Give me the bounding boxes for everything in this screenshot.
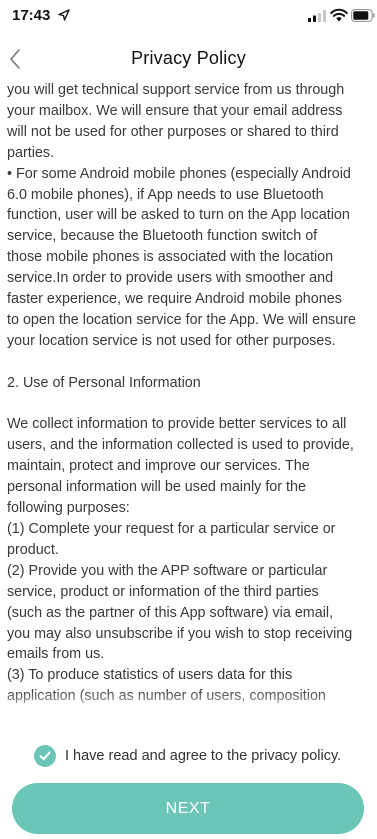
wifi-icon — [330, 8, 348, 22]
policy-line: your mailbox. We will ensure that your e… — [7, 102, 343, 119]
policy-line: personal information will be used mainly… — [7, 479, 306, 496]
policy-line: 2. Use of Personal Information — [7, 374, 201, 391]
cellular-signal-icon — [308, 10, 326, 22]
agree-label: I have read and agree to the privacy pol… — [65, 748, 342, 764]
policy-line: parties. — [7, 144, 55, 161]
agree-checkbox-row[interactable]: I have read and agree to the privacy pol… — [34, 744, 341, 768]
policy-line: your location service is not used for ot… — [7, 332, 336, 349]
nav-bar: Privacy Policy — [0, 42, 377, 78]
location-arrow-icon — [58, 9, 70, 21]
policy-line: those mobile phones is associated with t… — [7, 249, 334, 266]
policy-line: function, user will be asked to turn on … — [7, 207, 350, 224]
policy-line: We collect information to provide better… — [7, 416, 347, 433]
policy-line: will not be used for other purposes or s… — [7, 123, 339, 140]
policy-line: • For some Android mobile phones (especi… — [7, 165, 351, 182]
policy-line: to open the location service for the App… — [7, 311, 356, 328]
policy-line: emails from us. — [7, 646, 105, 663]
policy-line: (such as the partner of this App softwar… — [7, 604, 334, 621]
policy-line: (1) Complete your request for a particul… — [7, 521, 336, 537]
next-button[interactable]: NEXT — [12, 783, 364, 834]
policy-line: (3) To produce statistics of users data … — [7, 667, 293, 684]
privacy-policy-screen: 17:43 Privacy Policy you will get techni… — [0, 0, 377, 839]
policy-line: service, because the Bluetooth function … — [7, 228, 318, 245]
status-bar: 17:43 — [0, 0, 377, 32]
policy-line: 6.0 mobile phones), if App needs to use … — [7, 186, 324, 203]
checkmark-icon — [39, 751, 51, 761]
policy-line: users, and the information collected is … — [7, 437, 354, 454]
policy-text[interactable]: you will get technical support service f… — [7, 80, 377, 720]
policy-line: you will get technical support service f… — [7, 82, 345, 98]
checkmark-circle-icon[interactable] — [34, 745, 56, 767]
policy-line: maintain, protect and improve our servic… — [7, 458, 310, 475]
status-time: 17:43 — [12, 7, 51, 24]
policy-line: service, product or information of the t… — [7, 583, 319, 600]
policy-line: product. — [7, 541, 59, 558]
policy-line: faster experience, we require Android mo… — [7, 291, 342, 308]
policy-line: service.In order to provide users with s… — [7, 270, 334, 287]
page-title: Privacy Policy — [131, 48, 246, 68]
battery-icon — [351, 9, 375, 22]
policy-line: you may also unsubscribe if you wish to … — [7, 625, 353, 642]
scroll-fade — [0, 690, 377, 722]
policy-line: (2) Provide you with the APP software or… — [7, 562, 328, 579]
policy-line: following purposes: — [7, 500, 130, 517]
